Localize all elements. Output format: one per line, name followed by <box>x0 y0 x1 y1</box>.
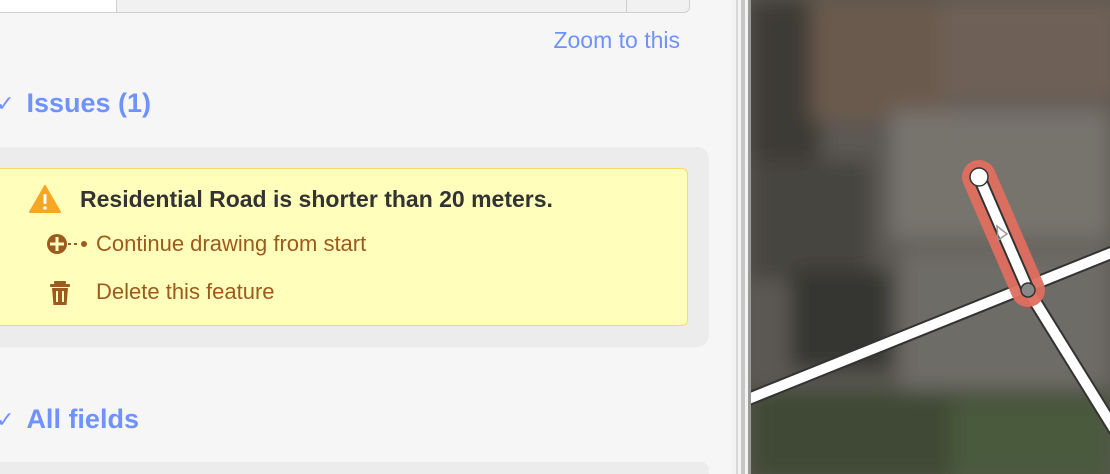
field-input-middle[interactable] <box>117 0 627 12</box>
continue-line-icon <box>46 230 88 258</box>
map-canvas[interactable] <box>751 0 1110 474</box>
issue-message-row[interactable]: Residential Road is shorter than 20 mete… <box>28 184 553 214</box>
field-input-left[interactable] <box>0 0 117 12</box>
all-fields-section-toggle[interactable]: ✓ All fields <box>0 404 139 435</box>
map-view[interactable] <box>751 0 1110 474</box>
issue-message: Residential Road is shorter than 20 mete… <box>80 185 553 212</box>
fix-continue-label: Continue drawing from start <box>96 231 367 256</box>
zoom-to-this-link[interactable]: Zoom to this <box>553 27 680 54</box>
field-input-right[interactable] <box>627 0 689 12</box>
fix-delete-label: Delete this feature <box>96 279 275 304</box>
issues-section-toggle[interactable]: ✓ Issues (1) <box>0 88 151 119</box>
inspector-sidebar: Zoom to this ✓ Issues (1) Residential Ro… <box>0 0 732 474</box>
field-row-top <box>0 0 690 13</box>
expanded-check-icon: ✓ <box>0 406 15 432</box>
end-vertex[interactable] <box>1020 282 1036 298</box>
fix-continue-drawing[interactable]: Continue drawing from start <box>46 230 366 258</box>
all-fields-section-title: All fields <box>26 404 139 434</box>
sidebar-resizer[interactable] <box>732 0 751 474</box>
expanded-check-icon: ✓ <box>0 90 15 116</box>
warning-triangle-icon <box>29 185 61 213</box>
aerial-imagery <box>751 0 1110 474</box>
fix-delete-feature[interactable]: Delete this feature <box>46 278 275 306</box>
fields-list-start <box>0 462 709 474</box>
issues-section-title: Issues (1) <box>26 88 151 118</box>
trash-icon <box>46 278 88 306</box>
start-vertex[interactable] <box>969 167 989 187</box>
